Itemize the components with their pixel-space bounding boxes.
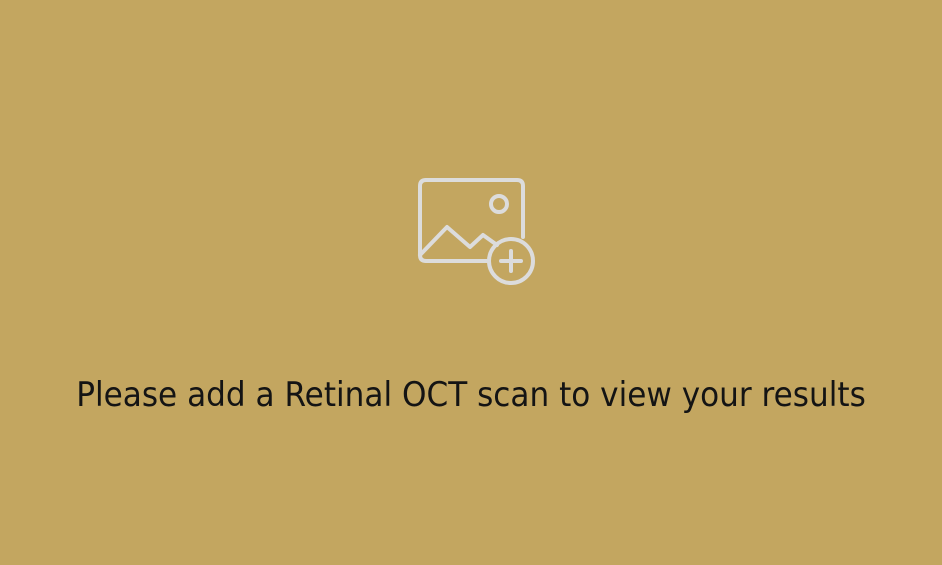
empty-state-message: Please add a Retinal OCT scan to view yo… [76,375,866,415]
add-image-icon[interactable] [415,175,539,287]
empty-state-panel: Please add a Retinal OCT scan to view yo… [0,0,942,565]
